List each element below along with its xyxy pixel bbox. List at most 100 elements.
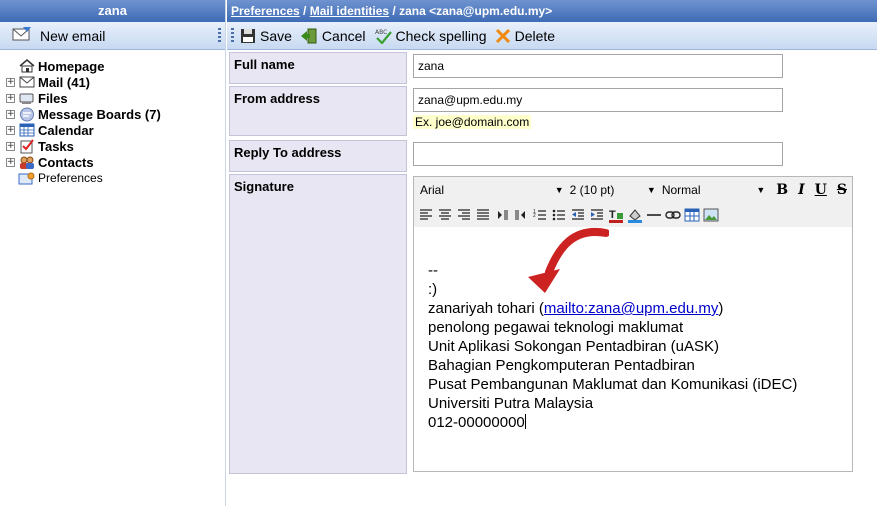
numbered-list-icon[interactable]: 12	[532, 207, 548, 223]
breadcrumb-preferences-link[interactable]: Preferences	[231, 4, 300, 18]
font-family-select[interactable]: Arial ▼	[420, 181, 564, 199]
expand-icon[interactable]: +	[6, 157, 15, 167]
breadcrumb-mail-identities-link[interactable]: Mail identities	[310, 4, 389, 18]
splitter-grip[interactable]	[218, 28, 221, 44]
tree-item-files[interactable]: + Files	[6, 90, 225, 106]
tree-item-calendar[interactable]: + Calendar	[6, 122, 225, 138]
tree-item-contacts[interactable]: + Contacts	[6, 154, 225, 170]
paragraph-style-value: Normal	[661, 183, 701, 197]
preferences-icon	[18, 171, 36, 186]
tasks-icon	[18, 138, 36, 154]
cancel-label: Cancel	[321, 27, 366, 44]
cancel-button[interactable]: Cancel	[300, 28, 366, 44]
check-spelling-button[interactable]: ABC Check spelling	[374, 28, 487, 44]
signature-text: 012-00000000	[428, 414, 525, 431]
breadcrumb-current: / zana <zana@upm.edu.my>	[389, 4, 553, 18]
reply-to-label: Reply To address	[229, 140, 407, 172]
insert-table-icon[interactable]	[684, 207, 700, 223]
svg-text:2: 2	[533, 213, 536, 219]
cancel-icon	[300, 28, 317, 43]
expand-icon[interactable]: +	[6, 141, 15, 151]
save-button[interactable]: Save	[240, 28, 292, 44]
tree-item-tasks[interactable]: + Tasks	[6, 138, 225, 154]
indent-icon[interactable]	[589, 207, 605, 223]
signature-line: Pusat Pembangunan Maklumat dan Komunikas…	[428, 376, 798, 393]
tree-item-preferences[interactable]: Preferences	[6, 170, 225, 186]
insert-link-icon[interactable]	[665, 207, 681, 223]
full-name-input[interactable]	[413, 54, 783, 78]
editor-toolbar-paragraph: 12 T	[414, 203, 852, 227]
tree-label: Calendar	[38, 122, 94, 138]
align-right-icon[interactable]	[456, 207, 472, 223]
text-color-icon[interactable]: T	[608, 207, 624, 223]
bullet-list-icon[interactable]	[551, 207, 567, 223]
breadcrumb: Preferences / Mail identities / zana <za…	[227, 0, 877, 22]
ltr-direction-icon[interactable]	[494, 207, 510, 223]
outdent-icon[interactable]	[570, 207, 586, 223]
expand-icon[interactable]: +	[6, 77, 15, 87]
italic-button[interactable]: I	[798, 182, 805, 198]
paragraph-style-select[interactable]: Normal ▼	[662, 181, 765, 199]
from-address-input[interactable]	[413, 88, 783, 112]
align-left-icon[interactable]	[418, 207, 434, 223]
tree-label: Mail (41)	[38, 74, 91, 90]
home-icon	[18, 59, 36, 74]
tree-label: Preferences	[38, 171, 103, 185]
signature-text: )	[718, 300, 724, 317]
bold-button[interactable]: B	[776, 182, 788, 198]
signature-label: Signature	[229, 174, 407, 474]
rtl-direction-icon[interactable]	[513, 207, 529, 223]
user-header: zana	[0, 0, 225, 22]
check-spelling-label: Check spelling	[395, 27, 487, 44]
expand-icon[interactable]: +	[6, 93, 15, 103]
svg-text:T: T	[609, 209, 616, 221]
delete-button[interactable]: Delete	[495, 28, 555, 44]
align-center-icon[interactable]	[437, 207, 453, 223]
mailto-link[interactable]: mailto:zana@upm.edu.my	[544, 300, 718, 317]
align-justify-icon[interactable]	[475, 207, 491, 223]
signature-editor[interactable]: Arial ▼ 2 (10 pt) ▼ Normal ▼ B I U S 1 2…	[413, 176, 853, 472]
tree-item-message-boards[interactable]: + Message Boards (7)	[6, 106, 225, 122]
dropdown-arrow-icon: ▼	[554, 185, 564, 195]
font-size-select[interactable]: 2 (10 pt) ▼	[570, 181, 656, 199]
insert-image-icon[interactable]	[703, 207, 719, 223]
text-caret	[524, 414, 526, 429]
strikethrough-button[interactable]: S	[837, 182, 847, 198]
signature-line: Universiti Putra Malaysia	[428, 395, 594, 412]
toolbar-grip	[231, 27, 234, 44]
horizontal-rule-icon[interactable]	[646, 207, 662, 223]
tree-item-mail[interactable]: + Mail (41)	[6, 74, 225, 90]
new-email-button[interactable]: New email	[0, 22, 225, 50]
new-email-icon	[12, 26, 32, 45]
signature-line: --	[428, 262, 438, 279]
expand-icon[interactable]: +	[6, 125, 15, 135]
tree-label: Message Boards (7)	[38, 106, 161, 122]
background-color-icon[interactable]	[627, 207, 643, 223]
underline-button[interactable]: U	[815, 182, 827, 198]
signature-text-area[interactable]: -- :) zanariyah tohari (mailto:zana@upm.…	[414, 227, 852, 432]
editor-toolbar-format: Arial ▼ 2 (10 pt) ▼ Normal ▼ B I U S	[414, 177, 852, 203]
tree-label: Homepage	[38, 58, 105, 74]
signature-line: 012-00000000	[428, 413, 852, 432]
font-size-value: 2 (10 pt)	[569, 183, 615, 197]
signature-line: :)	[428, 281, 438, 298]
navigation-tree: Homepage + Mail (41) + Files + Message B…	[0, 50, 225, 186]
spellcheck-icon: ABC	[375, 29, 392, 44]
tree-item-homepage[interactable]: Homepage	[6, 58, 225, 74]
contacts-icon	[18, 155, 36, 170]
main-panel: Preferences / Mail identities / zana <za…	[227, 0, 877, 506]
signature-text: zanariyah tohari (	[428, 300, 544, 317]
save-icon	[241, 28, 255, 43]
from-address-hint: Ex. joe@domain.com	[413, 115, 532, 129]
full-name-label: Full name	[229, 52, 407, 84]
font-family-value: Arial	[420, 183, 445, 197]
left-panel: zana New email Homepage + Mail (41) + Fi…	[0, 0, 226, 506]
mail-icon	[18, 75, 36, 90]
files-icon	[18, 91, 36, 106]
reply-to-input[interactable]	[413, 142, 783, 166]
dropdown-arrow-icon: ▼	[756, 185, 766, 195]
expand-icon[interactable]: +	[6, 109, 15, 119]
action-toolbar: Save Cancel ABC Check spelling Delete	[227, 22, 877, 50]
signature-line: Unit Aplikasi Sokongan Pentadbiran (uASK…	[428, 338, 720, 355]
tree-label: Tasks	[38, 138, 74, 154]
